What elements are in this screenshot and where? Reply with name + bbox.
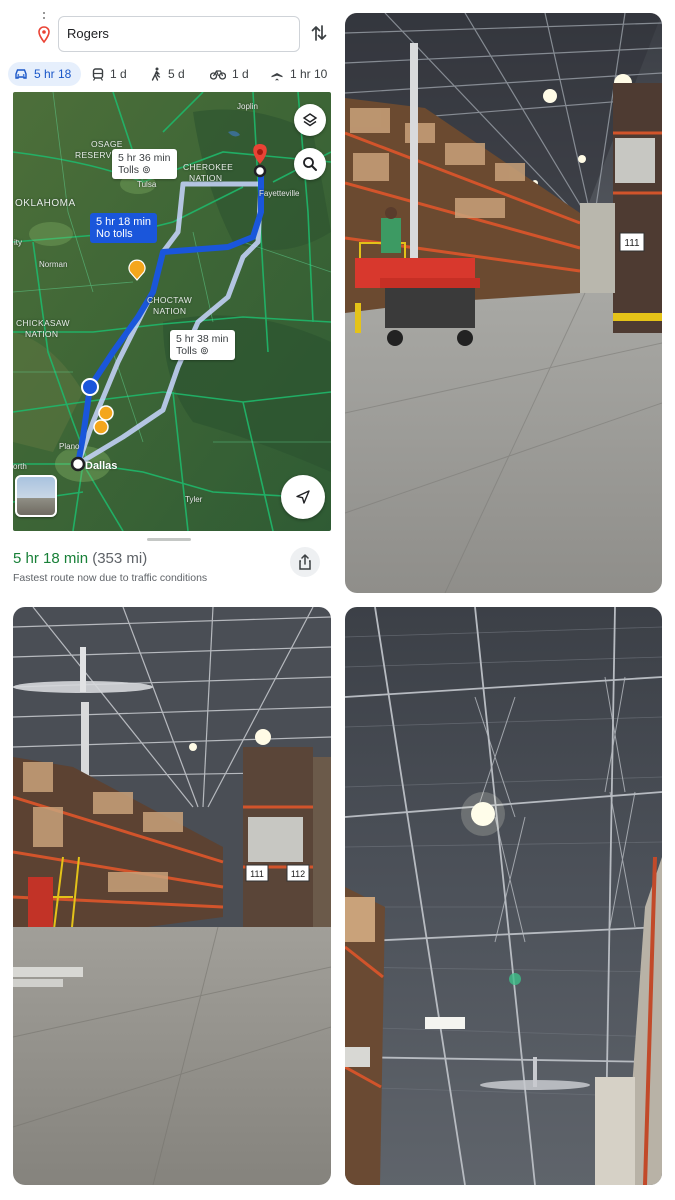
directions-header: Rogers (0, 10, 340, 56)
transit-icon (92, 67, 104, 81)
warehouse-aisle-photo: 111 (345, 13, 662, 593)
layers-button[interactable] (294, 104, 326, 136)
tab-walking[interactable]: 5 d (150, 62, 185, 86)
city-label: ity (14, 238, 22, 247)
alt-route-time: 5 hr 38 min (176, 333, 229, 345)
search-map-button[interactable] (294, 148, 326, 180)
destination-pin-icon (37, 26, 51, 44)
city-label: Norman (39, 260, 68, 269)
aisle-sign: 112 (291, 869, 305, 879)
city-label: Dallas (85, 460, 118, 472)
route-note: Fastest route now due to traffic conditi… (13, 572, 208, 584)
sheet-drag-handle[interactable] (147, 538, 191, 541)
region-label: CHICKASAW (16, 318, 70, 328)
tab-walking-label: 5 d (168, 67, 185, 81)
route-duration: 5 hr 18 min (13, 550, 89, 567)
city-label: Joplin (237, 102, 258, 111)
aisle-sign: 111 (250, 869, 264, 879)
alt-route-callout[interactable]: 5 hr 36 min Tolls ⊚ (112, 149, 177, 179)
car-icon (15, 69, 27, 79)
main-route-time: 5 hr 18 min (96, 216, 152, 228)
region-label: NATION (189, 173, 223, 183)
city-label: Tyler (185, 495, 203, 504)
share-button[interactable] (290, 547, 320, 577)
region-label: CHEROKEE (183, 162, 234, 172)
tab-flight-label: 1 hr 10 (290, 67, 328, 81)
region-label: NATION (25, 329, 59, 339)
city-label: Tulsa (137, 180, 157, 189)
tab-transit[interactable]: 1 d (92, 62, 127, 86)
tab-cycling[interactable]: 1 d (210, 62, 249, 86)
share-icon (299, 554, 311, 570)
tab-driving[interactable]: 5 hr 18 (8, 62, 82, 86)
region-label: OSAGE (91, 139, 123, 149)
tab-cycling-label: 1 d (232, 67, 249, 81)
tab-flight[interactable]: 1 hr 10 (270, 62, 327, 86)
route-distance: (353 mi) (92, 550, 148, 567)
swap-directions-icon[interactable] (308, 22, 330, 44)
route-summary: 5 hr 18 min (353 mi) (13, 550, 147, 567)
bike-icon (210, 70, 226, 80)
state-label: OKLAHOMA (15, 198, 76, 209)
walk-icon (151, 67, 161, 81)
aisle-sign: 111 (624, 238, 640, 249)
toll-icon: ⊚ (141, 164, 151, 176)
region-label: CHOCTAW (147, 295, 193, 305)
search-icon (303, 157, 317, 171)
toll-icon: ⊚ (199, 345, 209, 357)
route-map[interactable]: OSAGE RESERVE CHEROKEE NATION OKLAHOMA C… (13, 92, 331, 531)
warehouse-ceiling-photo (345, 607, 662, 1185)
main-route-tolls: No tolls (96, 228, 133, 240)
alt-route-tolls: Tolls (118, 164, 140, 176)
region-label: NATION (153, 306, 187, 316)
route-dots-icon (42, 12, 46, 22)
city-label: orth (13, 462, 27, 471)
alt-route-time: 5 hr 36 min (118, 152, 171, 164)
layers-icon (302, 113, 318, 127)
maps-panel: Rogers 5 hr 18 1 d 5 d 1 d 1 hr 10 OSAGE… (0, 0, 340, 600)
city-label: Fayetteville (259, 189, 300, 198)
destination-field[interactable]: Rogers (58, 16, 300, 52)
tab-transit-label: 1 d (110, 67, 127, 81)
flight-icon (271, 68, 283, 81)
city-label: Plano (59, 442, 80, 451)
tab-driving-label: 5 hr 18 (34, 67, 72, 81)
recenter-button[interactable] (281, 475, 325, 519)
warehouse-aisle-fans-photo: 111 112 (13, 607, 331, 1185)
travel-mode-tabs: 5 hr 18 1 d 5 d 1 d 1 hr 10 (0, 62, 340, 88)
navigation-arrow-icon (296, 490, 310, 504)
street-view-thumbnail[interactable] (15, 475, 57, 517)
alt-route-tolls: Tolls (176, 345, 198, 357)
alt-route-callout[interactable]: 5 hr 38 min Tolls ⊚ (170, 330, 235, 360)
main-route-callout[interactable]: 5 hr 18 min No tolls (90, 213, 158, 243)
collage: Rogers 5 hr 18 1 d 5 d 1 d 1 hr 10 OSAGE… (0, 0, 675, 1200)
